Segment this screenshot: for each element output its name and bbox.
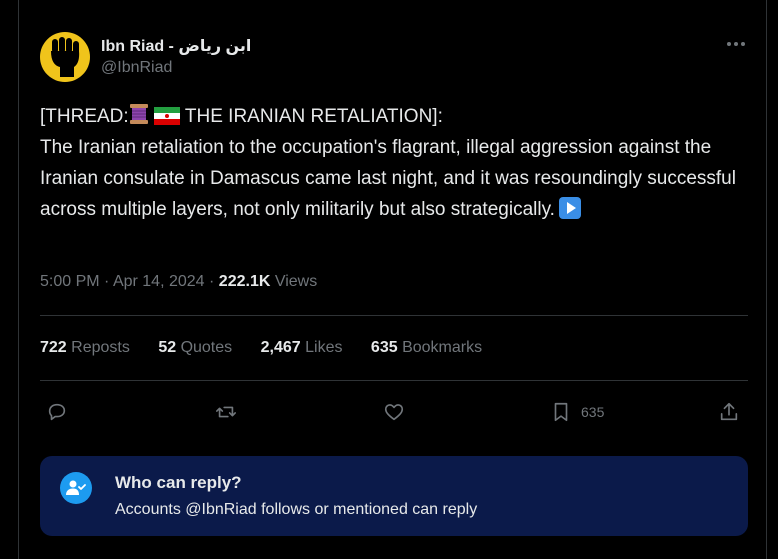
reply-restriction-banner: Who can reply? Accounts @IbnRiad follows… (40, 456, 748, 536)
reply-restriction-title: Who can reply? (115, 473, 242, 492)
share-icon (720, 402, 738, 421)
likes-label: Likes (305, 339, 343, 356)
reply-restriction-subtitle: Accounts @IbnRiad follows or mentioned c… (115, 501, 478, 518)
repost-icon (216, 406, 236, 418)
bookmark-icon (554, 402, 568, 422)
thread-title: THE IRANIAN RETALIATION]: (179, 106, 443, 127)
tweet-meta: 5:00 PM · Apr 14, 2024 · 222.1K Views (40, 273, 317, 291)
share-button[interactable] (718, 396, 740, 428)
author-display-name[interactable]: Ibn Riad - ابن رياض (101, 36, 251, 56)
divider (40, 315, 748, 316)
thread-spool-icon (129, 104, 148, 124)
reposts-stat[interactable]: 722 Reposts (40, 339, 130, 357)
reposts-label: Reposts (71, 339, 130, 356)
right-column-border (766, 0, 767, 559)
reply-button[interactable] (46, 396, 68, 428)
more-dots-icon (727, 42, 745, 46)
like-button[interactable] (383, 396, 405, 428)
people-mention-icon (60, 472, 92, 504)
repost-button[interactable] (215, 396, 237, 428)
quotes-stat[interactable]: 52 Quotes (158, 339, 232, 357)
left-column-border (18, 0, 19, 559)
bookmarks-count: 635 (370, 339, 398, 356)
quotes-count: 52 (158, 339, 177, 356)
more-options-button[interactable] (722, 32, 750, 56)
thread-label: [THREAD: (40, 106, 129, 127)
bookmark-button[interactable]: 635 (550, 396, 604, 428)
iran-flag-icon (153, 107, 180, 125)
bookmark-action-count: 635 (581, 404, 605, 420)
views-count: 222.1K (218, 273, 271, 290)
bookmarks-label: Bookmarks (402, 339, 483, 356)
tweet-time[interactable]: 5:00 PM (40, 273, 100, 290)
likes-stat[interactable]: 2,467 Likes (261, 339, 343, 357)
quotes-label: Quotes (180, 339, 233, 356)
raised-fist-icon (51, 37, 80, 77)
tweet-line-1: [THREAD: THE IRANIAN RETALIATION]: (40, 104, 443, 127)
views-label: Views (274, 273, 318, 290)
tweet-body: The Iranian retaliation to the occupatio… (40, 137, 741, 220)
bookmarks-stat[interactable]: 635 Bookmarks (371, 339, 482, 357)
reposts-count: 722 (40, 339, 67, 356)
tweet-text: [THREAD: THE IRANIAN RETALIATION]: The I… (40, 101, 740, 225)
tweet-date[interactable]: Apr 14, 2024 (113, 273, 205, 290)
heart-icon (384, 404, 404, 421)
author-avatar[interactable] (40, 32, 90, 82)
meta-separator: · (104, 273, 113, 290)
likes-count: 2,467 (260, 339, 301, 356)
divider (40, 380, 748, 381)
reply-icon (48, 403, 66, 421)
engagement-stats: 722 Reposts 52 Quotes 2,467 Likes 635 Bo… (40, 339, 506, 357)
play-button-icon (558, 197, 581, 219)
tweet-body-text: The Iranian retaliation to the occupatio… (40, 137, 742, 220)
meta-separator: · (209, 273, 219, 290)
action-bar: 635 (40, 396, 748, 428)
author-handle[interactable]: @IbnRiad (101, 59, 172, 77)
